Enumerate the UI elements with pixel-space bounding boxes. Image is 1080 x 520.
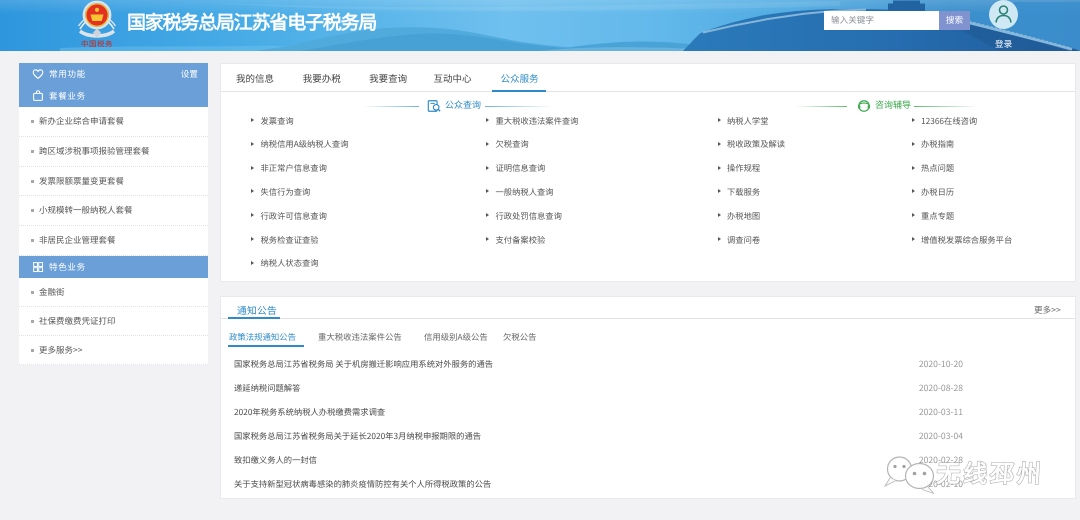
- svg-text:无线邳州: 无线邳州: [936, 454, 1045, 489]
- svg-text:中国税务: 中国税务: [81, 39, 113, 50]
